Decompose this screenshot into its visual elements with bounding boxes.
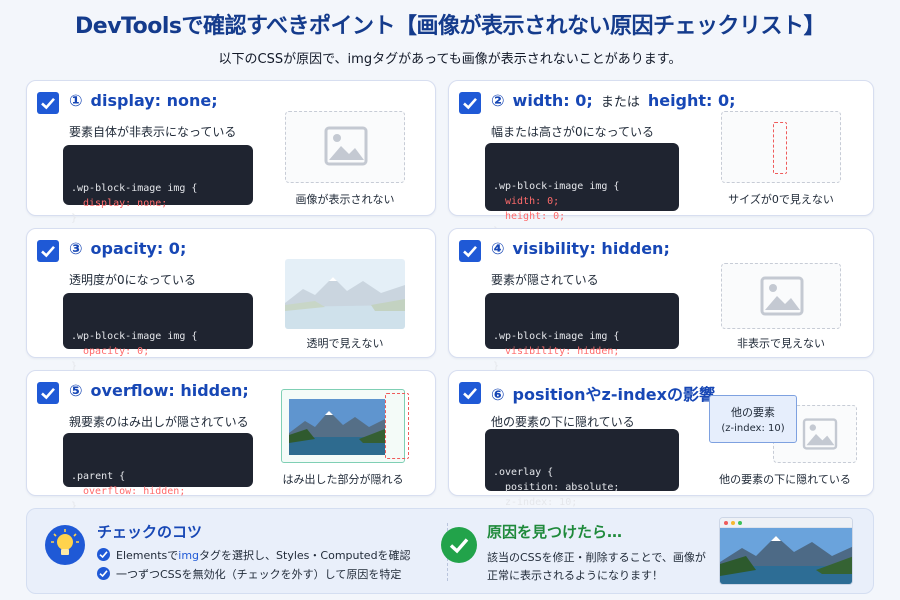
overlay-label: 他の要素 [731,406,775,419]
tips-panel: チェックのコツ Elementsでimgタグを選択し、Styles・Comput… [26,508,874,594]
card-visibility-hidden: ④ visibility: hidden; 要素が隠されている .wp-block… [448,228,874,372]
checkbox-icon[interactable] [37,240,59,262]
image-placeholder [721,111,841,183]
card-description: 要素が隠されている [491,273,599,287]
overlay-zindex-label: (z-index: 10) [721,423,785,434]
overlay-element-box: 他の要素 (z-index: 10) [709,395,797,443]
found-heading: 原因を見つけたら… [487,523,623,541]
image-placeholder-icon [760,276,804,316]
card-caption: 非表示で見えない [737,337,825,350]
code-block: .parent {overflow: hidden;} [63,433,253,512]
card-description: 他の要素の下に隠れている [491,415,635,429]
tips-heading: チェックのコツ [97,523,203,541]
browser-window-icon [719,517,853,585]
code-block: .wp-block-image img {width: 0; height: 0;… [485,143,679,237]
code-block: .wp-block-image img {visibility: hidden;… [485,293,679,372]
card-description: 要素自体が非表示になっている [69,125,237,139]
checkbox-icon[interactable] [459,382,481,404]
card-description: 透明度が0になっている [69,273,197,287]
check-circle-icon [97,567,110,580]
code-block: .overlay {position: absolute; z-index: 10… [485,429,679,523]
card-caption: はみ出した部分が隠れる [282,473,404,486]
landscape-image [720,528,852,584]
checkbox-icon[interactable] [459,92,481,114]
checkbox-icon[interactable] [37,382,59,404]
image-placeholder [721,263,841,329]
card-caption: サイズが0で見えない [728,193,834,206]
image-placeholder-icon [324,126,368,166]
card-title: ⑥ positionやz-indexの影響 [491,385,715,404]
card-title: ① display: none; [69,91,218,110]
card-width-height-zero: ② width: 0; または height: 0; 幅または高さが0になっている .… [448,80,874,237]
card-title: ④ visibility: hidden; [491,239,670,258]
zero-width-outline [773,122,787,174]
code-block: .wp-block-image img {opacity: 0;} [63,293,253,372]
card-caption: 画像が表示されない [295,193,395,206]
faded-landscape-image [285,259,405,329]
card-description: 親要素のはみ出しが隠されている [69,415,249,429]
card-overflow-hidden: ⑤ overflow: hidden; 親要素のはみ出しが隠されている .pare… [26,370,436,512]
landscape-image [289,399,385,455]
image-placeholder [285,111,405,183]
page-title: DevToolsで確認すべきポイント【画像が表示されない原因チェックリスト】 [75,14,825,39]
card-title: ⑤ overflow: hidden; [69,381,249,400]
card-caption: 他の要素の下に隠れている [719,473,851,486]
tip-line-1: Elementsでimgタグを選択し、Styles・Computedを確認 [97,547,411,563]
lightbulb-icon [45,525,85,565]
card-display-none: ① display: none; 要素自体が非表示になっている .wp-block… [26,80,436,224]
overflow-hidden-region [385,393,409,459]
found-line-1: 該当のCSSを修正・削除することで、画像が [487,551,706,564]
checkbox-icon[interactable] [37,92,59,114]
found-line-2: 正常に表示されるようになります！ [487,569,663,582]
tip-line-2: 一つずつCSSを無効化（チェックを外す）して原因を特定 [97,566,401,582]
card-description: 幅または高さが0になっている [491,125,655,139]
card-caption: 透明で見えない [306,337,384,350]
code-block: .wp-block-image img {display: none;} [63,145,253,224]
checkbox-icon[interactable] [459,240,481,262]
card-title: ② width: 0; または height: 0; [491,91,736,110]
card-title: ③ opacity: 0; [69,239,187,258]
card-position-zindex: ⑥ positionやz-indexの影響 他の要素の下に隠れている .overl… [448,370,874,523]
page-subtitle: 以下のCSSが原因で、imgタグがあっても画像が表示されないことがあります。 [218,52,682,67]
check-circle-icon [441,527,477,563]
card-opacity-zero: ③ opacity: 0; 透明度が0になっている .wp-block-image… [26,228,436,372]
check-circle-icon [97,548,110,561]
image-placeholder-icon [802,418,838,450]
